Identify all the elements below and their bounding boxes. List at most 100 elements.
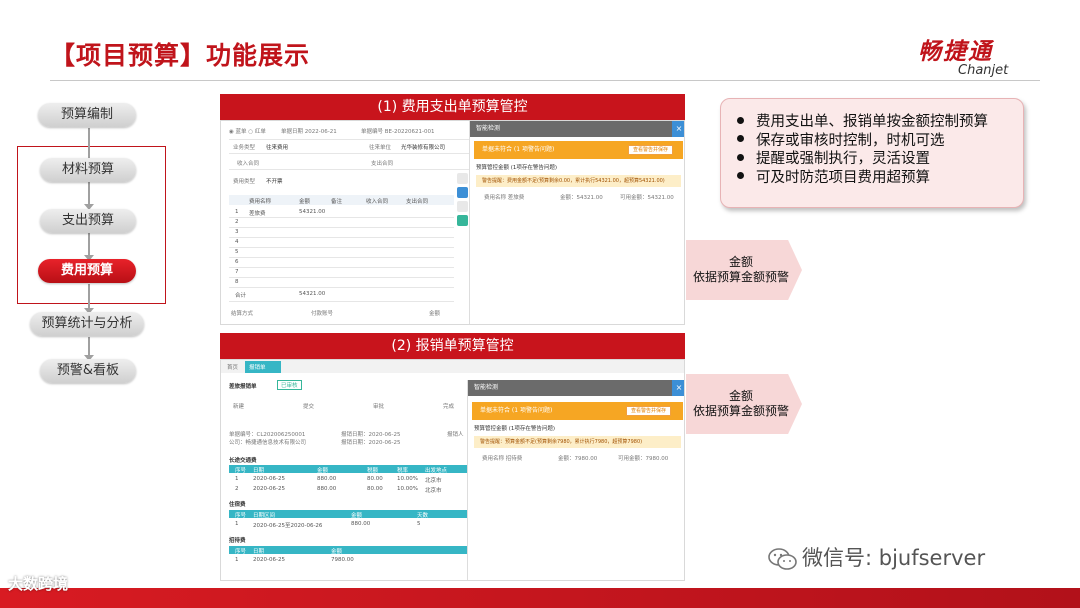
doc-date: 单据日期 2022-06-21 [281, 129, 337, 135]
table-cell: 880.00 [317, 486, 337, 492]
table-cell: 880.00 [351, 521, 371, 527]
table-cell: 2020-06-25 [253, 476, 285, 482]
logo-en-text: Chanjet [958, 63, 1009, 78]
table-cell: 1 [235, 521, 239, 527]
row-number: 4 [235, 239, 239, 245]
warn-save-button[interactable]: 查看警告并保存 [628, 145, 674, 155]
bullet-dot-icon [737, 172, 744, 179]
table-header-cell: 收入合同 [366, 199, 389, 205]
form-value[interactable]: 光华装修有限公司 [401, 143, 445, 151]
warn-save-button[interactable]: 查看警告并保存 [626, 406, 672, 416]
side-tool-icon[interactable] [457, 187, 468, 198]
table-cell: 1 [235, 476, 239, 482]
info-field: 公司：畅捷通信息技术有限公司 [229, 440, 307, 446]
info-field: 报销日期：2020-06-25 [341, 432, 401, 438]
bullet-item: 提醒或强制执行，灵活设置 [737, 150, 1023, 169]
flow-node-warning-board[interactable]: 预警&看板 [40, 359, 136, 383]
row-amount[interactable]: 54321.00 [299, 209, 325, 215]
screen2-screenshot: 首页 报销单 差旅报销单 已审核 新建 提交 审批 完成 单据编号：CL2020… [220, 359, 685, 581]
footer-watermark: 大数跨境 [8, 575, 69, 593]
bullet-dot-icon [737, 135, 744, 142]
table-header-cell: 费用名称 [249, 199, 272, 205]
table-cell: 880.00 [317, 476, 337, 482]
table-cell: 2020-06-25至2020-06-26 [253, 523, 323, 529]
row-divider [229, 227, 454, 228]
flow-node-budget-analysis[interactable]: 预算统计与分析 [30, 312, 144, 336]
panel-row-cell: 费用名称 招待费 [482, 456, 523, 462]
info-field: 报销日期：2020-06-25 [341, 440, 401, 446]
tab-home[interactable]: 首页 [227, 363, 238, 371]
footer-bar [0, 588, 1080, 608]
table-header-cell: 序号 [235, 468, 247, 474]
table-header-cell: 金额 [299, 199, 311, 205]
close-icon[interactable]: × [672, 380, 684, 396]
table-cell: 北京市 [425, 488, 442, 494]
row-number: 1 [235, 209, 239, 215]
panel-title: 智能检测 [470, 121, 684, 137]
screen1-banner: (1) 费用支出单预算管控 [220, 94, 685, 120]
table-cell: 2020-06-25 [253, 486, 285, 492]
footer-field: 结算方式 [231, 311, 254, 317]
table-header-cell: 税率 [397, 468, 409, 474]
form-value[interactable]: 往来费用 [266, 143, 288, 151]
page-title: 【项目预算】功能展示 [50, 41, 311, 70]
flow-node-budget-compile[interactable]: 预算编制 [38, 103, 136, 127]
flow-node-expense-budget[interactable]: 支出预算 [40, 209, 136, 233]
table-header-cell: 日期区间 [253, 513, 276, 519]
table-header-bar [229, 546, 469, 554]
panel-row-cell: 可用金额：7980.00 [618, 456, 669, 462]
table-cell: 7980.00 [331, 557, 354, 563]
radio-normal[interactable]: ◉ 蓝单 ○ 红单 [229, 127, 266, 135]
row-divider [229, 237, 454, 238]
table-header-cell: 金额 [317, 468, 329, 474]
table-cell: 1 [235, 557, 239, 563]
callout-title: 金额 [728, 255, 753, 269]
table-cell: 80.00 [367, 486, 383, 492]
row-divider [229, 217, 454, 218]
table-header-cell: 税额 [367, 468, 379, 474]
warn-note: 警告提醒：费用金额不足(预算剩余0.00，累计执行54321.00，超预算543… [476, 175, 681, 187]
close-icon[interactable]: × [672, 121, 684, 137]
form-label: 往来单位 [369, 145, 392, 151]
bullet-item: 可及时防范项目费用超预算 [737, 169, 1023, 188]
side-tool-icon[interactable] [457, 215, 468, 226]
brand-logo: 畅捷通 Chanjet [918, 32, 1038, 78]
panel-row-cell: 金额：7980.00 [558, 456, 598, 462]
slide: 【项目预算】功能展示 畅捷通 Chanjet 预算编制 材料预算 支出预算 费用… [0, 0, 1080, 608]
step: 审批 [373, 404, 385, 410]
panel-row-cell: 可用金额：54321.00 [620, 195, 674, 201]
callout-amount-2: 金额 依据预算金额预警 [686, 374, 802, 434]
flow-node-cost-budget[interactable]: 费用预算 [38, 259, 136, 283]
logo-cn-text: 畅捷通 [918, 39, 993, 65]
table-header-cell: 天数 [417, 513, 429, 519]
side-tool-icon[interactable] [457, 173, 468, 184]
table-header-cell: 金额 [331, 549, 343, 555]
screen2-banner: (2) 报销单预算管控 [220, 333, 685, 359]
bullet-item: 保存或审核时控制，时机可选 [737, 132, 1023, 151]
row-name[interactable]: 差旅费 [249, 209, 266, 217]
row-number: 3 [235, 229, 239, 235]
screen1-screenshot: ◉ 蓝单 ○ 红单 单据日期 2022-06-21 单据编号 BE-202206… [220, 120, 685, 325]
bullet-dot-icon [737, 153, 744, 161]
table-cell: 80.00 [367, 476, 383, 482]
form-label: 费用类型 [233, 179, 256, 185]
flow-connector [88, 128, 90, 158]
footer-field: 付款账号 [311, 311, 334, 317]
row-number: 7 [235, 269, 239, 275]
table-cell: 2 [235, 486, 239, 492]
panel-section: 预算管控金额 (1项存在警告问题) [474, 426, 556, 432]
table-cell: 2020-06-25 [253, 557, 285, 563]
table-header-cell: 金额 [351, 513, 363, 519]
table-header-cell: 出发地点 [425, 468, 448, 474]
flow-node-material-budget[interactable]: 材料预算 [40, 158, 136, 182]
warn-title: 单据未符合 (1 项警告问题) [480, 407, 553, 414]
doc-title: 差旅报销单 [229, 384, 257, 390]
link-icon[interactable] [457, 201, 468, 212]
row-divider [229, 247, 454, 248]
footer-field: 金额 [429, 311, 441, 317]
wechat-icon [768, 548, 797, 570]
table-header-cell: 支出合同 [406, 199, 429, 205]
tab-reimburse[interactable]: 报销单 [249, 363, 266, 371]
form-value[interactable]: 不开票 [266, 177, 283, 185]
section-title: 招待费 [229, 538, 246, 544]
